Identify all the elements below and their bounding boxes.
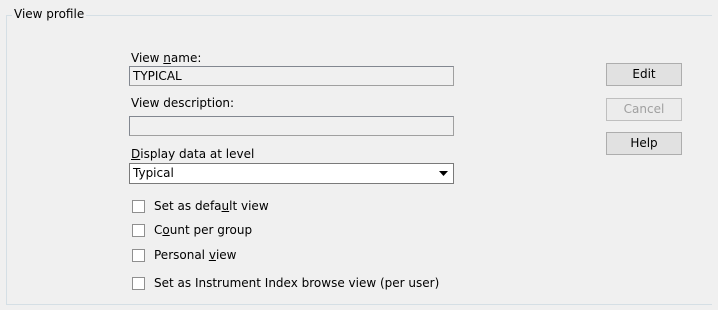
chevron-down-icon[interactable] bbox=[436, 166, 451, 181]
personal-view-option[interactable]: Personal view bbox=[132, 247, 236, 263]
personal-view-checkbox[interactable] bbox=[132, 248, 145, 262]
personal-view-label: Personal view bbox=[154, 248, 237, 262]
cancel-button[interactable]: Cancel bbox=[606, 98, 682, 121]
count-per-group-option[interactable]: Count per group bbox=[132, 222, 252, 238]
instrument-index-option[interactable]: Set as Instrument Index browse view (per… bbox=[132, 275, 439, 291]
help-button[interactable]: Help bbox=[606, 132, 682, 155]
default-view-checkbox[interactable] bbox=[132, 199, 145, 213]
edit-button[interactable]: Edit bbox=[606, 63, 682, 86]
view-name-label: View name: bbox=[131, 51, 202, 65]
view-description-field[interactable] bbox=[129, 116, 454, 136]
display-level-label: Display data at level bbox=[131, 147, 255, 161]
default-view-option[interactable]: Set as default view bbox=[132, 198, 269, 214]
view-profile-title: View profile bbox=[12, 7, 87, 21]
view-name-field[interactable]: TYPICAL bbox=[129, 66, 454, 86]
display-level-select[interactable]: Typical bbox=[129, 163, 454, 184]
count-per-group-label: Count per group bbox=[154, 223, 253, 237]
view-description-label: View description: bbox=[131, 96, 235, 110]
count-per-group-checkbox[interactable] bbox=[132, 223, 145, 237]
default-view-label: Set as default view bbox=[154, 199, 269, 213]
display-level-value: Typical bbox=[133, 166, 174, 180]
instrument-index-checkbox[interactable] bbox=[132, 276, 145, 290]
instrument-index-label: Set as Instrument Index browse view (per… bbox=[154, 276, 440, 290]
view-profile-groupbox bbox=[6, 15, 712, 305]
